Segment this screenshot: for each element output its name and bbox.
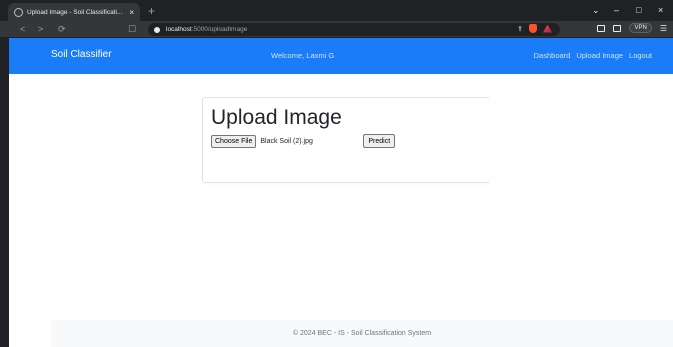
tab-title: Upload Image - Soil Classificati... [27,8,123,16]
maximize-button[interactable]: □ [636,4,641,16]
welcome-text: Welcome, Laxmi G [271,51,335,60]
nav-link-logout[interactable]: Logout [629,51,652,60]
menu-icon[interactable]: ☰ [660,24,667,33]
page-title: Upload Image [211,106,342,129]
reload-button[interactable]: ⟳ [58,23,66,35]
back-button[interactable]: < [20,23,25,35]
browser-toolbar: < > ⟳ ☐ localhost :5000/uploadImage ⇪ VP… [0,21,673,38]
brave-shields-icon[interactable] [529,24,537,33]
new-tab-button[interactable]: + [148,3,155,19]
forward-button[interactable]: > [38,23,43,35]
sidebar-icon[interactable] [597,24,606,32]
tab-search-icon[interactable]: ⌄ [592,4,600,16]
site-info-icon[interactable] [154,26,160,33]
file-input-row: Choose File Black Soil (2).jpg Predict [211,134,396,148]
vpn-button[interactable]: VPN [629,23,652,33]
footer-text: © 2024 BEC - IS - Soil Classification Sy… [292,330,432,337]
tab-close-icon[interactable]: × [129,8,134,17]
predict-button[interactable]: Predict [363,134,396,148]
upload-card: Upload Image Choose File Black Soil (2).… [202,97,489,183]
close-window-button[interactable]: × [658,4,663,16]
site-navbar: Soil Classifier Welcome, Laxmi G Dashboa… [9,38,673,74]
url-path: :5000/uploadImage [191,26,248,33]
minimize-button[interactable]: – [614,4,619,16]
browser-titlebar: Upload Image - Soil Classificati... × + … [0,0,673,21]
brave-rewards-icon[interactable] [543,24,552,33]
browser-tab[interactable]: Upload Image - Soil Classificati... × [8,3,140,21]
share-icon[interactable]: ⇪ [517,25,523,33]
window-left-edge [0,38,9,347]
globe-icon [14,7,23,17]
wallet-icon[interactable] [613,24,622,32]
page-content: Soil Classifier Welcome, Laxmi G Dashboa… [9,38,673,347]
brand-link[interactable]: Soil Classifier [51,49,112,60]
bookmark-icon[interactable]: ☐ [128,23,136,35]
site-footer: © 2024 BEC - IS - Soil Classification Sy… [51,320,673,347]
address-bar[interactable]: localhost :5000/uploadImage ⇪ [148,23,560,36]
nav-link-upload-image[interactable]: Upload Image [576,51,623,60]
nav-link-dashboard[interactable]: Dashboard [534,51,571,60]
nav-links: Dashboard Upload Image Logout [534,51,652,60]
selected-file-name: Black Soil (2).jpg [260,137,313,145]
url-host: localhost [166,26,192,33]
choose-file-button[interactable]: Choose File [211,134,257,148]
